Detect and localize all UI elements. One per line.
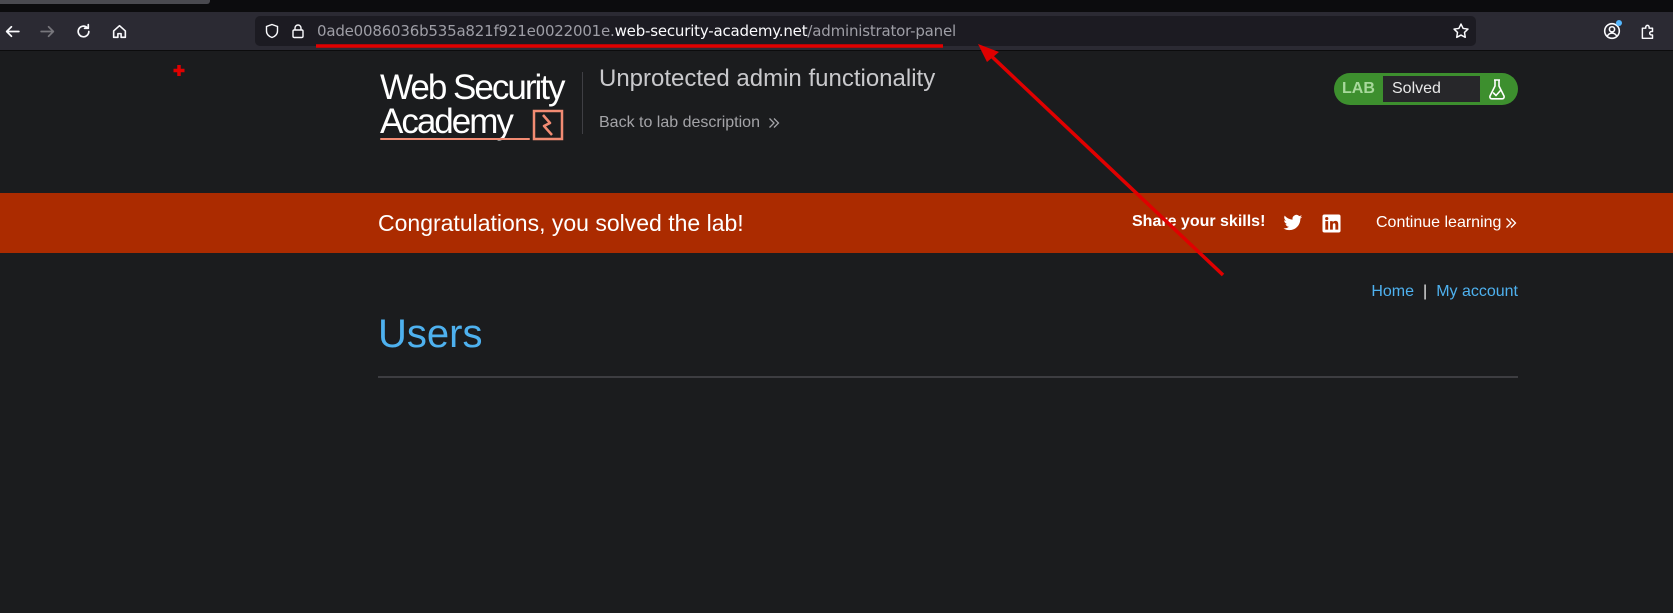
logo-underline bbox=[380, 138, 530, 140]
annotation-cross bbox=[173, 65, 185, 76]
logo-line-2: Academy bbox=[380, 102, 514, 141]
double-chevron-right-icon bbox=[1506, 218, 1517, 228]
back-to-lab-link[interactable]: Back to lab description bbox=[599, 114, 780, 132]
address-bar[interactable]: 0ade0086036b535a821f921e0022001e.web-sec… bbox=[255, 16, 1476, 46]
heading-divider bbox=[378, 376, 1518, 378]
bookmark-star-icon[interactable] bbox=[1452, 22, 1470, 40]
active-tab-indicator[interactable] bbox=[0, 0, 210, 4]
continue-learning-link[interactable]: Continue learning bbox=[1376, 214, 1517, 232]
lab-status-badge: LAB Solved bbox=[1334, 73, 1518, 105]
nav-separator: | bbox=[1423, 283, 1428, 300]
lab-status-value: Solved bbox=[1383, 76, 1480, 102]
my-account-link[interactable]: My account bbox=[1436, 283, 1518, 300]
lock-icon[interactable] bbox=[290, 23, 306, 39]
home-icon[interactable] bbox=[107, 19, 131, 43]
lab-status-label: LAB bbox=[1342, 80, 1375, 97]
share-skills-label: Share your skills! bbox=[1132, 213, 1266, 230]
solved-banner: Congratulations, you solved the lab! Sha… bbox=[0, 193, 1673, 253]
reload-icon[interactable] bbox=[71, 19, 95, 43]
home-link[interactable]: Home bbox=[1371, 283, 1414, 300]
back-link-label: Back to lab description bbox=[599, 114, 760, 131]
tab-strip bbox=[0, 0, 1673, 12]
linkedin-icon[interactable] bbox=[1322, 214, 1341, 233]
shield-icon[interactable] bbox=[264, 23, 280, 39]
forward-icon[interactable] bbox=[35, 19, 59, 43]
back-icon[interactable] bbox=[0, 19, 24, 43]
continue-learning-label: Continue learning bbox=[1376, 214, 1502, 231]
lab-title: Unprotected admin functionality bbox=[599, 65, 936, 92]
twitter-icon[interactable] bbox=[1283, 214, 1303, 232]
logo-line-1: Web Security bbox=[380, 68, 565, 107]
notification-dot bbox=[1616, 20, 1622, 26]
flask-icon bbox=[1489, 79, 1505, 100]
page-title: Users bbox=[378, 312, 483, 356]
browser-toolbar: 0ade0086036b535a821f921e0022001e.web-sec… bbox=[0, 12, 1673, 51]
web-security-academy-logo[interactable]: Web Security Academy bbox=[378, 70, 582, 142]
congratulations-message: Congratulations, you solved the lab! bbox=[378, 210, 744, 236]
header-divider bbox=[582, 72, 583, 134]
extensions-icon[interactable] bbox=[1636, 19, 1660, 43]
logo-bolt-icon bbox=[532, 109, 564, 141]
double-chevron-right-icon bbox=[769, 118, 780, 128]
top-nav: Home | My account bbox=[1371, 283, 1518, 301]
account-icon[interactable] bbox=[1600, 19, 1624, 43]
url-text[interactable]: 0ade0086036b535a821f921e0022001e.web-sec… bbox=[317, 23, 956, 40]
